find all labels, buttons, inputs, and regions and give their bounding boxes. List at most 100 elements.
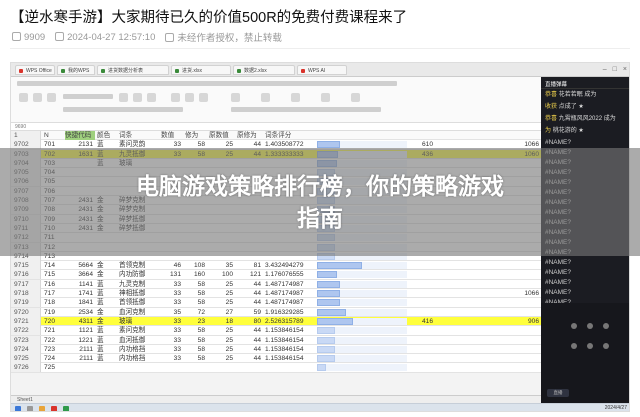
sum-icon[interactable] (291, 93, 300, 102)
table-cell[interactable]: 1066 (517, 289, 539, 298)
row-number[interactable]: 9722 (11, 326, 41, 336)
table-cell[interactable]: 25 (209, 280, 233, 289)
table-row[interactable]: 9715 714 5664 金首领克制 46 108 35 81 3.432494279 (11, 261, 541, 271)
table-cell[interactable]: 蓝 (97, 326, 115, 335)
table-cell[interactable]: 25 (209, 345, 233, 354)
col-header[interactable]: 词条评分 (265, 131, 315, 140)
table-cell[interactable]: 4311 (65, 317, 93, 326)
table-cell[interactable]: 44 (237, 326, 261, 335)
minimize-icon[interactable]: – (603, 66, 607, 73)
table-cell[interactable]: 25 (209, 354, 233, 363)
table-cell[interactable]: 718 (44, 298, 64, 307)
table-cell[interactable]: 721 (44, 326, 64, 335)
table-cell[interactable]: 35 (161, 308, 181, 317)
font-select[interactable] (63, 94, 113, 99)
format-icon[interactable] (261, 93, 270, 102)
settings-icon[interactable] (571, 343, 577, 349)
table-cell[interactable]: 2.526315789 (265, 317, 315, 326)
close-icon[interactable]: × (623, 66, 627, 73)
table-cell[interactable]: 44 (237, 345, 261, 354)
col-header[interactable]: N (44, 131, 64, 140)
tab-data2[interactable]: 数据2.xlsx (233, 65, 295, 75)
col-header[interactable]: 快捷代码 (65, 131, 95, 140)
table-row[interactable]: 9717 716 1141 蓝九灵克制 33 58 25 44 1.487174987 (11, 279, 541, 290)
table-cell[interactable]: 72 (185, 308, 205, 317)
row-number[interactable]: 9724 (11, 344, 41, 354)
table-cell[interactable]: 金 (97, 308, 115, 317)
share-icon[interactable] (603, 323, 609, 329)
table-cell[interactable]: 18 (209, 317, 233, 326)
table-cell[interactable]: 1741 (65, 289, 93, 298)
table-cell[interactable]: 33 (161, 336, 181, 345)
table-row[interactable]: 9720 719 2534 金血河克制 35 72 27 59 1.916329285 (11, 307, 541, 317)
table-cell[interactable]: 25 (209, 326, 233, 335)
table-cell[interactable]: 1121 (65, 326, 93, 335)
table-cell[interactable]: 神相抵御 (119, 289, 159, 298)
table-cell[interactable]: 58 (185, 336, 205, 345)
live-button[interactable]: 直播 (547, 389, 569, 397)
gift-icon[interactable] (571, 323, 577, 329)
table-cell[interactable]: 33 (161, 317, 181, 326)
table-cell[interactable]: 首领克制 (119, 261, 159, 270)
filter-icon[interactable] (321, 93, 330, 102)
italic-icon[interactable] (133, 93, 142, 102)
table-cell[interactable]: 722 (44, 336, 64, 345)
tab-analysis[interactable]: 进货数据分析表 (97, 65, 169, 75)
table-cell[interactable]: 719 (44, 308, 64, 317)
table-cell[interactable]: 715 (44, 270, 64, 279)
tab-wps-office[interactable]: WPS Office (15, 65, 55, 75)
table-cell[interactable]: 27 (209, 308, 233, 317)
maximize-icon[interactable]: □ (613, 66, 617, 73)
table-cell[interactable]: 1.153846154 (265, 336, 315, 345)
formula-bar[interactable]: 9690 (11, 123, 541, 131)
table-cell[interactable]: 1.487174987 (265, 298, 315, 307)
row-number[interactable]: 9717 (11, 279, 41, 289)
table-cell[interactable]: 蓝 (97, 298, 115, 307)
table-cell[interactable]: 121 (237, 270, 261, 279)
table-cell[interactable]: 蓝 (97, 354, 115, 363)
table-cell[interactable]: 3.432494279 (265, 261, 315, 270)
table-cell[interactable]: 2111 (65, 354, 93, 363)
copy-icon[interactable] (47, 93, 56, 102)
cut-icon[interactable] (33, 93, 42, 102)
table-cell[interactable]: 1.487174987 (265, 280, 315, 289)
table-cell[interactable]: 血河抵御 (119, 336, 159, 345)
row-number[interactable]: 9726 (11, 363, 41, 373)
table-cell[interactable]: 46 (161, 261, 181, 270)
table-cell[interactable]: 33 (161, 345, 181, 354)
table-cell[interactable]: 25 (209, 298, 233, 307)
tab-my-wps[interactable]: 我的WPS (57, 65, 95, 75)
table-cell[interactable]: 金 (97, 261, 115, 270)
table-row[interactable]: 9722 721 1121 蓝素问克制 33 58 25 44 1.153846154 (11, 326, 541, 336)
table-cell[interactable]: 1.176076555 (265, 270, 315, 279)
table-cell[interactable]: 2534 (65, 308, 93, 317)
table-cell[interactable]: 1.153846154 (265, 326, 315, 335)
table-cell[interactable]: 59 (237, 308, 261, 317)
table-cell[interactable]: 内功格挡 (119, 354, 159, 363)
table-cell[interactable]: 1841 (65, 298, 93, 307)
table-cell[interactable]: 1.487174987 (265, 289, 315, 298)
ribbon-menu[interactable] (17, 81, 397, 86)
sort-icon[interactable] (351, 93, 360, 102)
table-row[interactable]: 9723 722 1221 蓝血河抵御 33 58 25 44 1.153846154 (11, 335, 541, 345)
table-cell[interactable]: 蓝 (97, 345, 115, 354)
table-row[interactable]: 9726 725 (11, 363, 541, 373)
table-cell[interactable]: 717 (44, 289, 64, 298)
table-cell[interactable]: 723 (44, 345, 64, 354)
underline-icon[interactable] (147, 93, 156, 102)
folder-icon[interactable] (39, 406, 45, 411)
table-cell[interactable]: 720 (44, 317, 64, 326)
table-cell[interactable]: 1.153846154 (265, 345, 315, 354)
table-cell[interactable]: 714 (44, 261, 64, 270)
table-cell[interactable]: 44 (237, 289, 261, 298)
wps-icon[interactable] (51, 406, 57, 411)
tab-import[interactable]: 进货.xlsx (171, 65, 231, 75)
table-cell[interactable]: 25 (209, 336, 233, 345)
start-icon[interactable] (15, 406, 21, 411)
table-cell[interactable]: 35 (209, 261, 233, 270)
table-cell[interactable]: 44 (237, 280, 261, 289)
table-cell[interactable]: 131 (161, 270, 181, 279)
table-cell[interactable]: 血河克制 (119, 308, 159, 317)
table-cell[interactable]: 81 (237, 261, 261, 270)
table-cell[interactable]: 58 (185, 289, 205, 298)
